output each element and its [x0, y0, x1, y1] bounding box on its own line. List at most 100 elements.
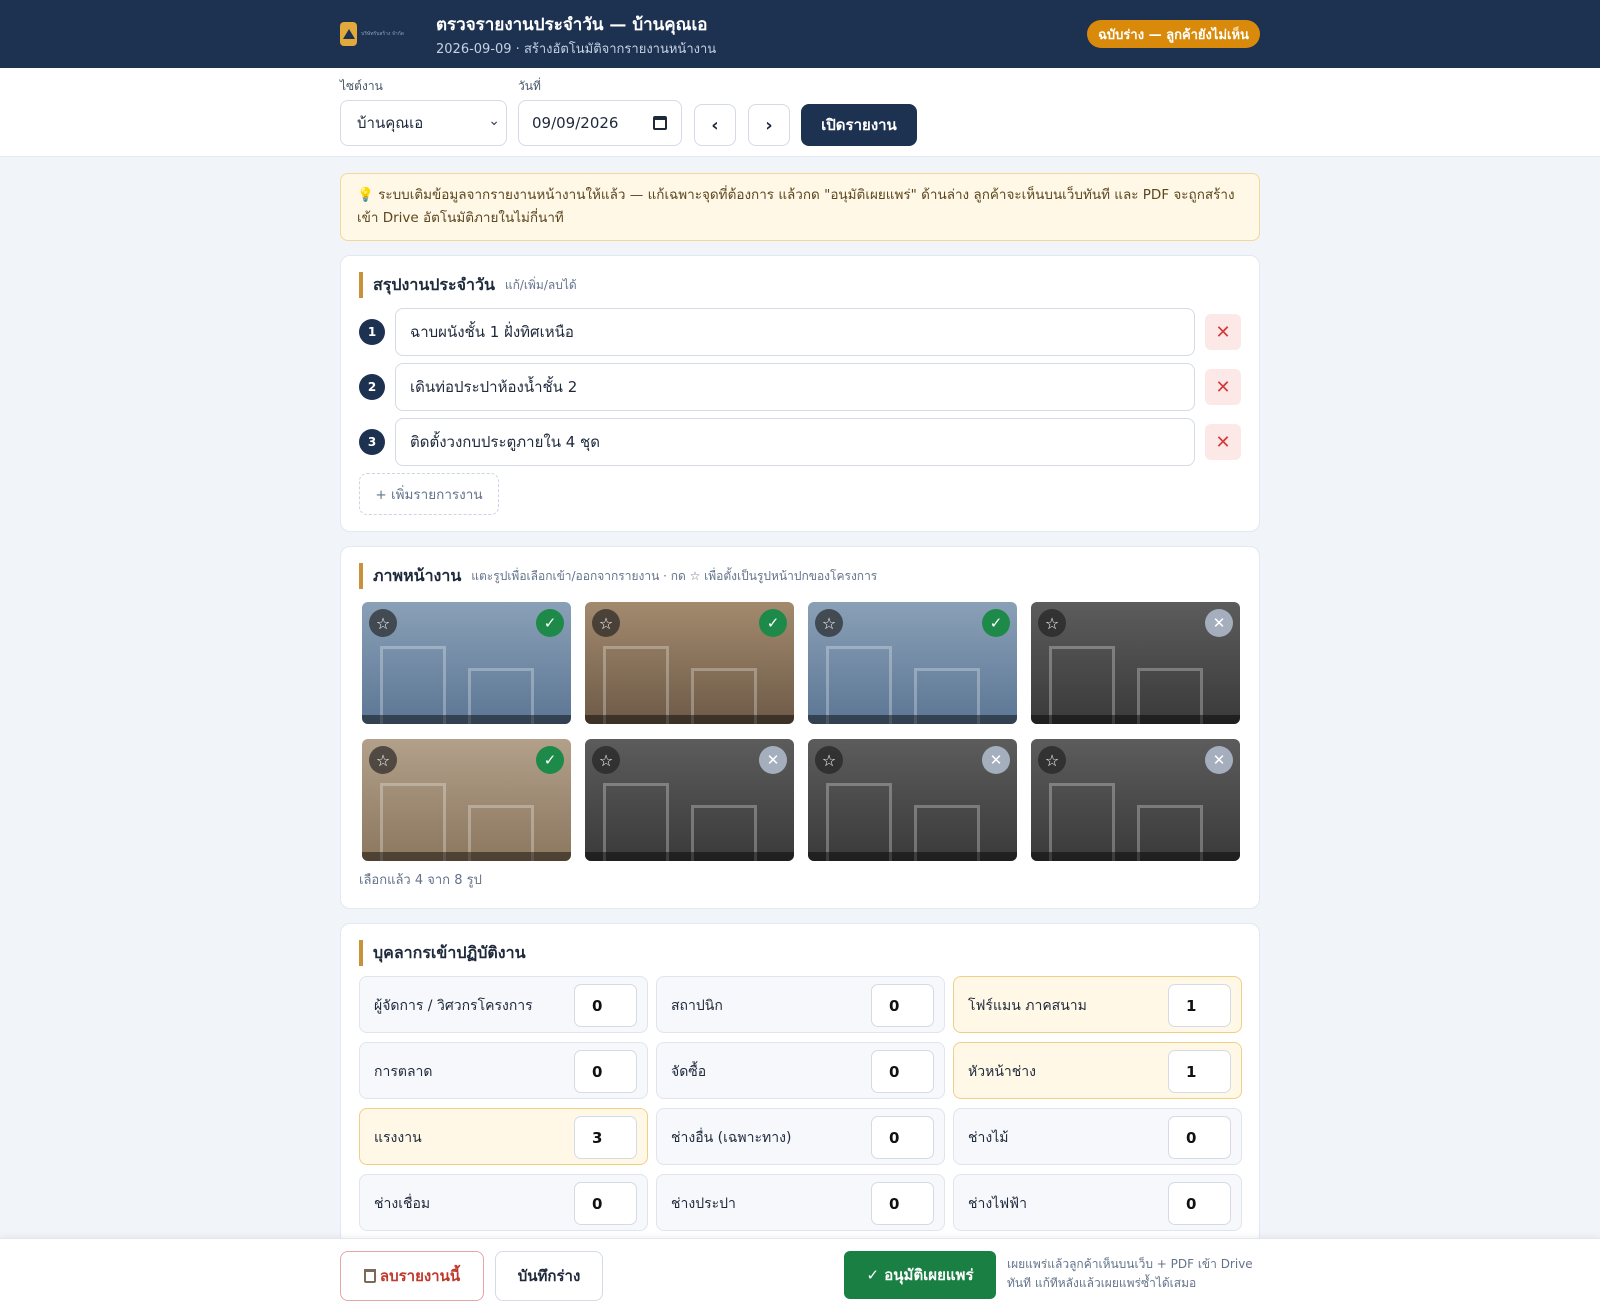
- site-select[interactable]: บ้านคุณเอ ⌄: [340, 100, 507, 146]
- close-icon[interactable]: ✕: [759, 746, 787, 774]
- staff-role-label: ช่างอื่น (เฉพาะทาง): [671, 1130, 792, 1146]
- staff-role-label: หัวหน้าช่าง: [968, 1064, 1036, 1080]
- staff-count-input[interactable]: [871, 984, 934, 1027]
- close-icon[interactable]: ✕: [982, 746, 1010, 774]
- staff-role-label: ช่างประปา: [671, 1196, 736, 1212]
- staff-field: การตลาด: [359, 1042, 648, 1099]
- star-icon[interactable]: ☆: [1038, 746, 1066, 774]
- logo-text: บริษัทรับสร้าง จำกัด: [361, 31, 404, 37]
- next-day-button[interactable]: ›: [748, 104, 790, 146]
- check-icon[interactable]: ✓: [536, 746, 564, 774]
- site-photo[interactable]: ☆ ✓: [808, 602, 1017, 724]
- star-icon[interactable]: ☆: [815, 609, 843, 637]
- open-report-button[interactable]: เปิดรายงาน: [801, 104, 917, 146]
- star-icon[interactable]: ☆: [369, 609, 397, 637]
- staff-title: บุคลากรเข้าปฏิบัติงาน: [373, 942, 526, 962]
- staff-count-input[interactable]: [871, 1116, 934, 1159]
- staff-field: ช่างเชื่อม: [359, 1174, 648, 1231]
- summary-header: สรุปงานประจำวัน แก้/เพิ่ม/ลบได้: [359, 272, 577, 298]
- staff-count-input[interactable]: [1168, 1050, 1231, 1093]
- top-header: บริษัทรับสร้าง จำกัด ตรวจรายงานประจำวัน …: [0, 0, 1600, 68]
- staff-card: บุคลากรเข้าปฏิบัติงาน ผู้จัดการ / วิศวกร…: [340, 923, 1260, 1253]
- site-photo[interactable]: ☆ ✕: [1031, 739, 1240, 861]
- site-photo[interactable]: ☆ ✕: [808, 739, 1017, 861]
- staff-role-label: ช่างเชื่อม: [374, 1196, 431, 1212]
- delete-task-button[interactable]: ✕: [1205, 314, 1241, 350]
- staff-count-input[interactable]: [1168, 1116, 1231, 1159]
- site-photo[interactable]: ☆ ✕: [585, 739, 794, 861]
- task-number: 1: [359, 319, 385, 345]
- publish-button[interactable]: ✓ อนุมัติเผยแพร่: [844, 1251, 996, 1299]
- star-icon[interactable]: ☆: [592, 609, 620, 637]
- staff-field: หัวหน้าช่าง: [953, 1042, 1242, 1099]
- delete-task-button[interactable]: ✕: [1205, 369, 1241, 405]
- calendar-icon[interactable]: [653, 116, 667, 130]
- task-input[interactable]: [395, 418, 1195, 466]
- task-input[interactable]: [395, 363, 1195, 411]
- star-icon[interactable]: ☆: [592, 746, 620, 774]
- chevron-down-icon: ⌄: [488, 113, 500, 129]
- delete-task-button[interactable]: ✕: [1205, 424, 1241, 460]
- task-row: 3 ✕: [359, 418, 1241, 466]
- summary-hint: แก้/เพิ่ม/ลบได้: [504, 277, 577, 292]
- staff-role-label: แรงงาน: [374, 1130, 422, 1146]
- publish-note: เผยแพร่แล้วลูกค้าเห็นบนเว็บ + PDF เข้า D…: [1007, 1257, 1253, 1290]
- staff-field: จัดซื้อ: [656, 1042, 945, 1099]
- staff-role-label: จัดซื้อ: [671, 1064, 707, 1080]
- page-title: ตรวจรายงานประจำวัน — บ้านคุณเอ: [436, 15, 708, 35]
- close-icon[interactable]: ✕: [1205, 609, 1233, 637]
- staff-role-label: ช่างไม้: [968, 1130, 1009, 1146]
- site-select-value: บ้านคุณเอ: [357, 114, 424, 132]
- task-row: 2 ✕: [359, 363, 1241, 411]
- delete-report-button[interactable]: ลบรายงานนี้: [340, 1251, 484, 1301]
- company-logo: บริษัทรับสร้าง จำกัด: [340, 18, 404, 50]
- staff-role-label: สถาปนิก: [671, 998, 723, 1014]
- prev-day-button[interactable]: ‹: [694, 104, 736, 146]
- photos-header: ภาพหน้างาน แตะรูปเพื่อเลือกเข้า/ออกจากรา…: [359, 563, 877, 589]
- staff-field: สถาปนิก: [656, 976, 945, 1033]
- staff-count-input[interactable]: [1168, 984, 1231, 1027]
- report-toolbar: ไซต์งาน บ้านคุณเอ ⌄ วันที่ 09/09/2026 ‹ …: [0, 68, 1600, 157]
- staff-field: โฟร์แมน ภาคสนาม: [953, 976, 1242, 1033]
- staff-count-input[interactable]: [871, 1050, 934, 1093]
- check-icon[interactable]: ✓: [982, 609, 1010, 637]
- site-photo[interactable]: ☆ ✓: [362, 602, 571, 724]
- info-banner: 💡 ระบบเติมข้อมูลจากรายงานหน้างานให้แล้ว …: [340, 173, 1260, 241]
- banner-text: 💡 ระบบเติมข้อมูลจากรายงานหน้างานให้แล้ว …: [357, 187, 1235, 226]
- site-photo[interactable]: ☆ ✕: [1031, 602, 1240, 724]
- status-badge: ฉบับร่าง — ลูกค้ายังไม่เห็น: [1087, 20, 1260, 48]
- photos-card: ภาพหน้างาน แตะรูปเพื่อเลือกเข้า/ออกจากรา…: [340, 546, 1260, 909]
- date-value: 09/09/2026: [532, 114, 619, 132]
- staff-role-label: ผู้จัดการ / วิศวกรโครงการ: [374, 998, 533, 1014]
- summary-card: สรุปงานประจำวัน แก้/เพิ่ม/ลบได้ 1 ✕ 2 ✕ …: [340, 255, 1260, 532]
- delete-report-label: ลบรายงานนี้: [379, 1267, 461, 1285]
- staff-count-input[interactable]: [574, 1050, 637, 1093]
- staff-count-input[interactable]: [1168, 1182, 1231, 1225]
- staff-field: แรงงาน: [359, 1108, 648, 1165]
- staff-count-input[interactable]: [574, 984, 637, 1027]
- task-input[interactable]: [395, 308, 1195, 356]
- task-number: 3: [359, 429, 385, 455]
- staff-count-input[interactable]: [574, 1182, 637, 1225]
- task-number: 2: [359, 374, 385, 400]
- trash-icon: [363, 1269, 376, 1283]
- date-input[interactable]: 09/09/2026: [518, 100, 682, 146]
- staff-field: ช่างไม้: [953, 1108, 1242, 1165]
- close-icon[interactable]: ✕: [1205, 746, 1233, 774]
- staff-count-input[interactable]: [871, 1182, 934, 1225]
- site-photo[interactable]: ☆ ✓: [585, 602, 794, 724]
- save-draft-button[interactable]: บันทึกร่าง: [495, 1251, 603, 1301]
- add-task-button[interactable]: + เพิ่มรายการงาน: [359, 473, 499, 515]
- star-icon[interactable]: ☆: [369, 746, 397, 774]
- check-icon[interactable]: ✓: [536, 609, 564, 637]
- photos-title: ภาพหน้างาน: [373, 565, 462, 585]
- site-photo[interactable]: ☆ ✓: [362, 739, 571, 861]
- star-icon[interactable]: ☆: [1038, 609, 1066, 637]
- logo-icon: [340, 22, 358, 46]
- photos-hint: แตะรูปเพื่อเลือกเข้า/ออกจากรายงาน · กด ☆…: [471, 568, 878, 583]
- check-icon[interactable]: ✓: [759, 609, 787, 637]
- site-label: ไซต์งาน: [340, 79, 383, 93]
- task-row: 1 ✕: [359, 308, 1241, 356]
- staff-count-input[interactable]: [574, 1116, 637, 1159]
- star-icon[interactable]: ☆: [815, 746, 843, 774]
